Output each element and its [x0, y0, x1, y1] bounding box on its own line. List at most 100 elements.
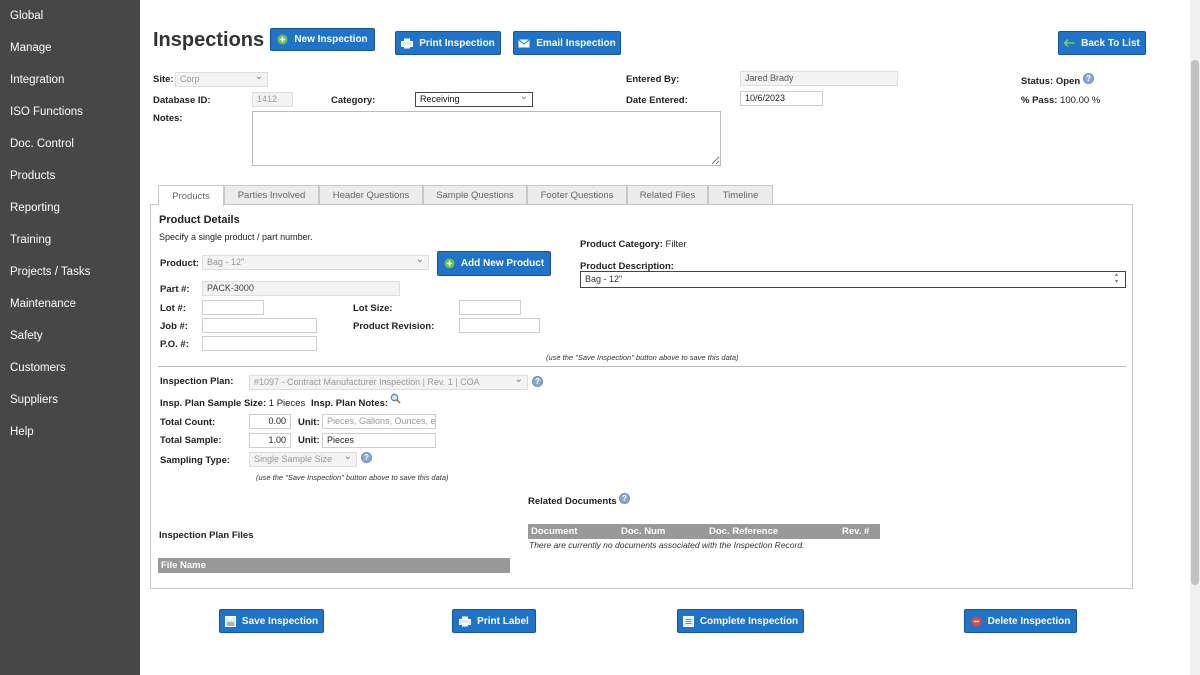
sample-size-value: 1 Pieces	[268, 398, 306, 409]
total-count-input[interactable]: 0.00	[249, 414, 291, 429]
date-entered-field[interactable]: 10/6/2023	[740, 91, 823, 106]
product-category-value: Filter	[665, 239, 687, 250]
complete-inspection-button[interactable]: Complete Inspection	[677, 609, 804, 633]
email-inspection-label: Email Inspection	[536, 37, 616, 49]
sampling-type-label: Sampling Type:	[160, 455, 231, 466]
part-number-label: Part #:	[160, 284, 190, 295]
product-label: Product:	[160, 258, 200, 269]
printer-icon	[401, 38, 414, 49]
back-to-list-label: Back To List	[1081, 37, 1140, 49]
plan-notes-label: Insp. Plan Notes:	[311, 398, 389, 409]
page-scrollbar[interactable]	[1190, 0, 1200, 675]
sidebar-item-training[interactable]: Training	[10, 234, 51, 246]
job-number-input[interactable]	[202, 318, 317, 333]
minus-circle-icon	[971, 615, 982, 627]
sidebar-item-suppliers[interactable]: Suppliers	[10, 394, 58, 406]
total-count-label: Total Count:	[160, 417, 216, 428]
email-inspection-button[interactable]: Email Inspection	[513, 31, 621, 55]
tab-footer-questions[interactable]: Footer Questions	[527, 185, 627, 205]
save-inspection-button[interactable]: Save Inspection	[219, 609, 324, 633]
col-doc-num: Doc. Num	[621, 526, 666, 537]
delete-inspection-label: Delete Inspection	[987, 615, 1071, 627]
sidebar-item-maintenance[interactable]: Maintenance	[10, 298, 76, 310]
count-unit-input[interactable]: Pieces, Gallons, Ounces, etc.	[322, 414, 436, 429]
sidebar-item-manage[interactable]: Manage	[10, 42, 52, 54]
inspection-plan-help-icon[interactable]: ?	[532, 376, 543, 387]
delete-inspection-button[interactable]: Delete Inspection	[964, 609, 1077, 633]
related-documents-empty: There are currently no documents associa…	[529, 540, 805, 550]
description-spinner-icon[interactable]: ▴ ▾	[1115, 272, 1118, 286]
pass-value: 100.00 %	[1060, 95, 1101, 106]
product-save-note: (use the "Save Inspection" button above …	[546, 353, 739, 362]
pass-label: % Pass: 100.00 %	[1021, 95, 1101, 106]
sidebar-item-customers[interactable]: Customers	[10, 362, 66, 374]
inspection-plan-select[interactable]: #1097 - Contract Manufacturer Inspection…	[249, 375, 528, 390]
po-number-input[interactable]	[202, 336, 317, 351]
product-select[interactable]: Bag - 12"	[202, 255, 429, 270]
product-description-field[interactable]: Bag - 12"	[580, 271, 1126, 288]
sample-unit-input[interactable]: Pieces	[322, 433, 436, 448]
sidebar-item-products[interactable]: Products	[10, 170, 55, 182]
lot-size-label: Lot Size:	[353, 303, 393, 314]
sidebar-item-iso-functions[interactable]: ISO Functions	[10, 106, 83, 118]
tab-parties-involved[interactable]: Parties Involved	[224, 185, 319, 205]
tab-timeline[interactable]: Timeline	[708, 185, 773, 205]
product-instruction: Specify a single product / part number.	[159, 232, 313, 242]
status-help-icon[interactable]: ?	[1083, 73, 1094, 84]
magnifier-icon[interactable]	[390, 393, 401, 407]
po-number-label: P.O. #:	[160, 339, 189, 350]
notes-textarea[interactable]	[252, 111, 721, 166]
section-divider	[158, 366, 1126, 367]
sidebar: Global Manage Integration ISO Functions …	[0, 0, 140, 675]
tab-sample-questions[interactable]: Sample Questions	[423, 185, 527, 205]
plus-circle-icon	[277, 34, 288, 45]
date-entered-label: Date Entered:	[626, 95, 688, 106]
status-label: Status: Open	[1021, 76, 1081, 87]
tab-products[interactable]: Products	[158, 185, 224, 206]
checklist-icon	[682, 615, 694, 627]
sidebar-item-global[interactable]: Global	[10, 10, 43, 22]
sidebar-item-safety[interactable]: Safety	[10, 330, 43, 342]
part-number-field: PACK-3000	[202, 281, 400, 296]
inspection-plan-label: Inspection Plan:	[160, 376, 234, 387]
product-revision-input[interactable]	[459, 318, 540, 333]
new-inspection-button[interactable]: New Inspection	[270, 28, 375, 51]
lot-number-label: Lot #:	[160, 303, 186, 314]
plan-save-note: (use the "Save Inspection" button above …	[256, 473, 449, 482]
print-inspection-label: Print Inspection	[419, 37, 495, 49]
site-select[interactable]: Corp	[175, 72, 268, 87]
total-sample-input[interactable]: 1.00	[249, 433, 291, 448]
sidebar-item-reporting[interactable]: Reporting	[10, 202, 60, 214]
col-doc-reference: Doc. Reference	[709, 526, 779, 537]
add-new-product-button[interactable]: Add New Product	[437, 251, 551, 276]
sample-unit-label: Unit:	[298, 435, 320, 446]
envelope-icon	[518, 38, 531, 48]
sample-size-label: Insp. Plan Sample Size: 1 Pieces	[160, 398, 306, 409]
save-inspection-label: Save Inspection	[241, 615, 319, 627]
complete-inspection-label: Complete Inspection	[699, 615, 799, 627]
sampling-type-help-icon[interactable]: ?	[361, 452, 372, 463]
product-details-title: Product Details	[159, 214, 240, 226]
scrollbar-thumb[interactable]	[1191, 60, 1199, 585]
sidebar-item-integration[interactable]: Integration	[10, 74, 64, 86]
back-to-list-button[interactable]: Back To List	[1058, 31, 1146, 55]
print-label-button[interactable]: Print Label	[452, 609, 536, 633]
add-new-product-label: Add New Product	[460, 258, 545, 269]
print-inspection-button[interactable]: Print Inspection	[395, 31, 501, 55]
related-documents-help-icon[interactable]: ?	[619, 493, 630, 504]
lot-number-input[interactable]	[202, 300, 264, 315]
category-select[interactable]: Receiving	[415, 92, 533, 107]
tab-related-files[interactable]: Related Files	[627, 185, 708, 205]
sampling-type-select[interactable]: Single Sample Size	[249, 452, 357, 467]
sidebar-item-help[interactable]: Help	[10, 426, 34, 438]
plus-circle-icon	[444, 258, 455, 269]
entered-by-field: Jared Brady	[740, 71, 898, 86]
tab-header-questions[interactable]: Header Questions	[319, 185, 423, 205]
col-rev: Rev. #	[842, 526, 870, 537]
page-title: Inspections	[153, 29, 265, 51]
arrow-left-icon	[1064, 39, 1075, 47]
sidebar-item-doc-control[interactable]: Doc. Control	[10, 138, 74, 150]
lot-size-input[interactable]	[459, 300, 521, 315]
sidebar-item-projects-tasks[interactable]: Projects / Tasks	[10, 266, 90, 278]
new-inspection-label: New Inspection	[294, 34, 368, 45]
